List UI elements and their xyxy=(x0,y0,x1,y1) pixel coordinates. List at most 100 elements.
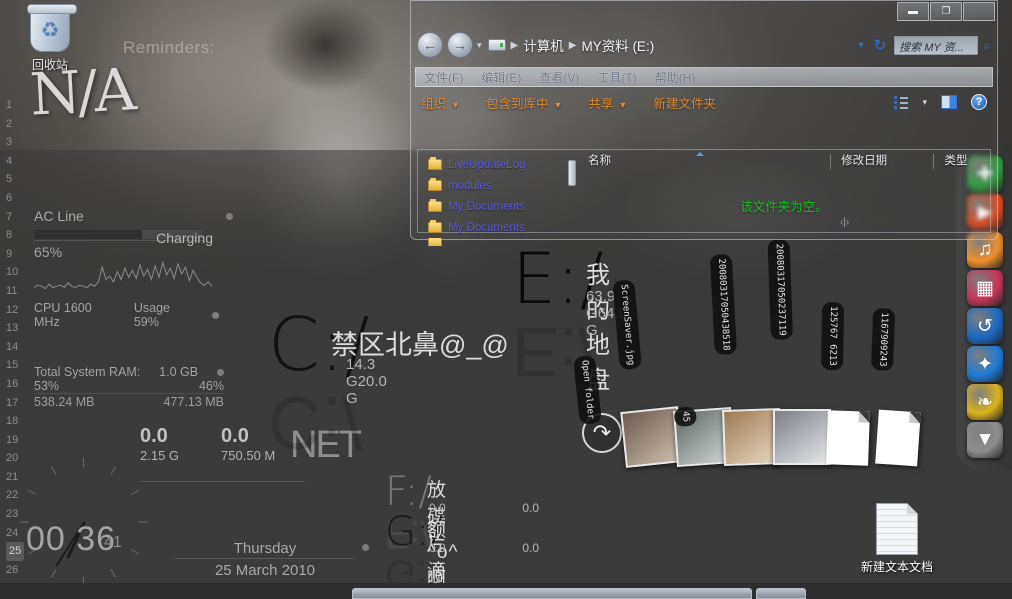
organize-button[interactable]: 组织 ▼ xyxy=(421,93,460,112)
foxmail-bird-icon[interactable]: ✦ xyxy=(967,346,1003,382)
calendar-day: 10 xyxy=(6,266,19,279)
menu-file[interactable]: 文件(F) xyxy=(424,69,463,86)
clock-tick xyxy=(130,489,140,495)
minimize-button[interactable]: ▬ xyxy=(897,2,929,21)
drive-c-sizes: 14.3 G20.0 G xyxy=(346,356,387,407)
drive-gadget-e[interactable]: E:/ E:/ 我的地盘 63.9 G64.0 G xyxy=(512,244,627,394)
battery-settings-dot[interactable] xyxy=(226,213,233,220)
network-download-rate: 0.0 xyxy=(140,425,168,447)
nav-pane-item[interactable]: My Documents xyxy=(418,217,568,238)
drive-gadget-c[interactable]: C:/ C:/ 禁区北鼻@_@ 14.3 G20.0 G xyxy=(268,308,509,464)
column-header-name[interactable]: 名称 xyxy=(578,154,830,169)
resize-grip-icon[interactable]: ‹|› xyxy=(840,217,849,228)
preview-pane-icon[interactable] xyxy=(941,95,957,109)
clock-tick xyxy=(110,569,116,578)
search-input[interactable]: 搜索 MY 资... xyxy=(894,35,979,55)
nav-pane-item[interactable]: My Documents xyxy=(418,196,568,217)
network-divider xyxy=(140,481,305,482)
drive-gadget-g[interactable]: G:/ G:/ 额^o^啊 0.0 0.0 xyxy=(385,512,539,596)
breadcrumb-current-folder[interactable]: MY资料 (E:) xyxy=(581,35,654,55)
chevron-down-icon: ▼ xyxy=(618,99,628,110)
menu-edit[interactable]: 编辑(E) xyxy=(481,69,521,86)
calendar-day: 4 xyxy=(6,154,13,167)
restore-button[interactable]: ❐ xyxy=(930,2,962,21)
cpu-speed-label: CPU 1600 MHz xyxy=(34,301,92,329)
drive-g-total: 0.0 xyxy=(522,541,539,555)
forward-arrow-icon[interactable]: → xyxy=(447,32,473,58)
view-list-icon[interactable] xyxy=(894,96,909,109)
desktop-file-label: 新建文本文档 xyxy=(860,560,933,574)
ram-gadget[interactable]: Total System RAM: 1.0 GB 53% 46% 538.24 … xyxy=(34,365,224,409)
command-bar-right-group: ▾ ? xyxy=(894,94,987,110)
column-header-date-modified[interactable]: 修改日期 xyxy=(830,153,933,169)
share-button[interactable]: 共享 ▼ xyxy=(588,93,627,112)
menu-tools[interactable]: 工具(T) xyxy=(597,69,636,86)
battery-gadget[interactable]: AC Line 65% Charging xyxy=(34,208,233,260)
dock-document-thumbnail[interactable] xyxy=(826,410,870,466)
address-dropdown-icon[interactable]: ▾ xyxy=(859,40,864,51)
nav-pane-item[interactable]: LiveUpdateLog xyxy=(418,154,568,175)
menu-view[interactable]: 查看(V) xyxy=(539,69,579,86)
date-gadget[interactable]: Thursday 25 March 2010 xyxy=(175,540,369,579)
dock-document-thumbnail[interactable] xyxy=(875,409,921,467)
calendar-day: 6 xyxy=(6,191,13,204)
taskbar-window-strip[interactable] xyxy=(352,588,752,599)
help-icon[interactable]: ? xyxy=(971,94,987,110)
explorer-titlebar[interactable]: ▬ ❐ xyxy=(411,1,997,23)
menu-help[interactable]: 帮助(H) xyxy=(655,69,696,86)
green-leaf-icon[interactable]: ❧ xyxy=(967,384,1003,420)
ram-title: Total System RAM: xyxy=(34,365,141,379)
search-icon[interactable]: ⌕ xyxy=(983,37,991,54)
clock-tick xyxy=(27,489,37,495)
clock-tick xyxy=(51,466,57,475)
cpu-gadget[interactable]: CPU 1600 MHz Usage 59% xyxy=(33,258,219,329)
video-converter-icon[interactable]: ↺ xyxy=(967,308,1003,344)
date-weekday: Thursday xyxy=(175,540,355,559)
column-header-type[interactable]: 类型 xyxy=(933,153,990,169)
date-settings-dot[interactable] xyxy=(362,544,369,551)
ram-total: 1.0 GB xyxy=(159,365,199,379)
include-in-library-label: 包含到库中 xyxy=(485,96,549,111)
windows-explorer-window[interactable]: ▬ ❐ ← → ▾ ▶ 计算机 ▶ MY资料 (E:) ▾ ↻ 搜索 MY 资.… xyxy=(410,0,998,246)
cpu-usage-label: Usage 59% xyxy=(133,301,170,329)
clock-seconds: 41 xyxy=(104,534,122,551)
ram-percent-row: 53% 46% xyxy=(34,379,224,393)
explorer-file-list-pane[interactable]: 名称 修改日期 类型 该文件夹为空。 ‹|› xyxy=(578,150,990,232)
analog-clock-gadget[interactable]: 00 36 41 xyxy=(8,452,158,592)
cpu-stats-row: CPU 1600 MHz Usage 59% xyxy=(34,301,219,329)
calendar-day: 1 xyxy=(6,99,13,111)
ram-title-row: Total System RAM: 1.0 GB xyxy=(34,365,224,379)
chevron-down-icon[interactable]: ▾ xyxy=(922,97,927,108)
drive-gadget-f[interactable]: F:/ F:/ 放碟片滴 0.0 0.0 xyxy=(385,472,539,582)
nav-pane-item-partial[interactable] xyxy=(418,238,568,246)
nav-pane-item[interactable]: modules xyxy=(418,175,568,196)
new-folder-button[interactable]: 新建文件夹 xyxy=(653,93,716,112)
desktop-file-new-text-document[interactable]: 新建文本文档 xyxy=(855,503,939,575)
folder-icon xyxy=(428,199,442,212)
refresh-icon[interactable]: ↻ xyxy=(874,36,887,54)
calendar-day: 15 xyxy=(6,359,19,372)
calendar-day: 19 xyxy=(6,433,19,446)
organize-label: 组织 xyxy=(421,96,447,111)
pane-splitter-handle[interactable] xyxy=(568,160,576,186)
reminders-gadget-label: Reminders: xyxy=(123,38,215,57)
calendar-day: 14 xyxy=(6,340,19,353)
explorer-command-bar: 组织 ▼ 包含到库中 ▼ 共享 ▼ 新建文件夹 ▾ ? xyxy=(411,87,997,117)
rubiks-cube-icon[interactable]: ▦ xyxy=(967,270,1003,306)
close-button[interactable] xyxy=(963,2,995,21)
ram-settings-dot[interactable] xyxy=(216,368,224,376)
nav-pane-item-label: modules xyxy=(448,179,492,192)
calendar-day: 8 xyxy=(6,229,13,242)
back-arrow-icon[interactable]: ← xyxy=(417,32,443,58)
empty-folder-message: 该文件夹为空。 xyxy=(740,200,828,214)
recycle-bin-glyph xyxy=(27,4,77,52)
minimize-all-icon[interactable]: ▼ xyxy=(967,422,1003,458)
taskbar-window-strip-2[interactable] xyxy=(756,588,806,599)
dock-image-thumbnail[interactable] xyxy=(773,409,831,465)
chevron-down-icon[interactable]: ▾ xyxy=(477,40,482,51)
explorer-menubar: 文件(F) 编辑(E) 查看(V) 工具(T) 帮助(H) xyxy=(415,67,993,87)
sort-ascending-icon xyxy=(696,152,704,156)
include-in-library-button[interactable]: 包含到库中 ▼ xyxy=(486,93,562,112)
cpu-settings-dot[interactable] xyxy=(212,311,219,319)
breadcrumb-computer[interactable]: 计算机 xyxy=(523,35,564,55)
